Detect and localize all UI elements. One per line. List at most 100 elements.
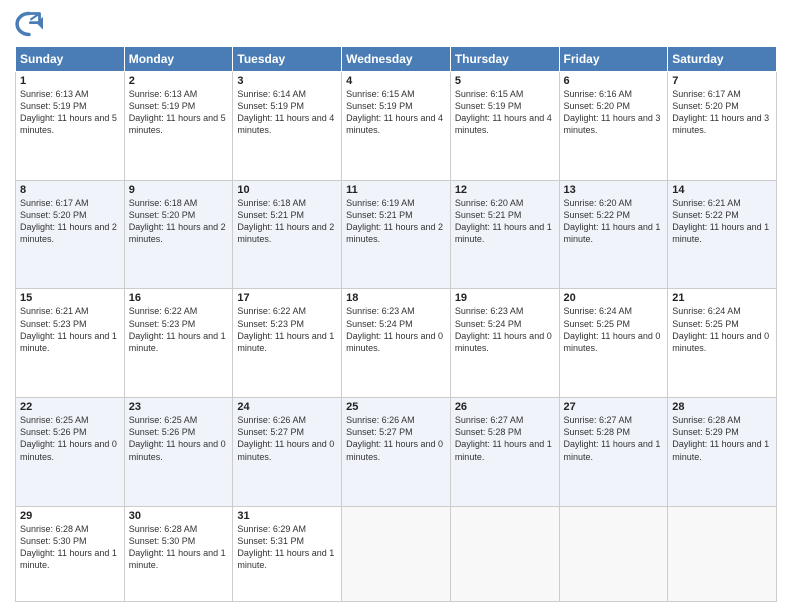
day-info: Sunrise: 6:15 AM Sunset: 5:19 PM Dayligh… <box>346 88 446 137</box>
calendar-cell: 7 Sunrise: 6:17 AM Sunset: 5:20 PM Dayli… <box>668 72 777 181</box>
day-info: Sunrise: 6:13 AM Sunset: 5:19 PM Dayligh… <box>129 88 229 137</box>
day-number: 24 <box>237 401 337 413</box>
day-info: Sunrise: 6:17 AM Sunset: 5:20 PM Dayligh… <box>20 197 120 246</box>
day-info: Sunrise: 6:15 AM Sunset: 5:19 PM Dayligh… <box>455 88 555 137</box>
calendar-header-friday: Friday <box>559 47 668 72</box>
day-number: 29 <box>20 510 120 522</box>
day-number: 13 <box>564 184 664 196</box>
calendar-cell: 17 Sunrise: 6:22 AM Sunset: 5:23 PM Dayl… <box>233 289 342 398</box>
calendar-cell: 29 Sunrise: 6:28 AM Sunset: 5:30 PM Dayl… <box>16 506 125 601</box>
calendar-week-2: 8 Sunrise: 6:17 AM Sunset: 5:20 PM Dayli… <box>16 180 777 289</box>
calendar-header-sunday: Sunday <box>16 47 125 72</box>
calendar-cell: 21 Sunrise: 6:24 AM Sunset: 5:25 PM Dayl… <box>668 289 777 398</box>
calendar-cell: 4 Sunrise: 6:15 AM Sunset: 5:19 PM Dayli… <box>342 72 451 181</box>
day-info: Sunrise: 6:26 AM Sunset: 5:27 PM Dayligh… <box>346 414 446 463</box>
header <box>15 10 777 38</box>
day-number: 2 <box>129 75 229 87</box>
day-info: Sunrise: 6:21 AM Sunset: 5:22 PM Dayligh… <box>672 197 772 246</box>
day-info: Sunrise: 6:13 AM Sunset: 5:19 PM Dayligh… <box>20 88 120 137</box>
day-number: 1 <box>20 75 120 87</box>
day-info: Sunrise: 6:21 AM Sunset: 5:23 PM Dayligh… <box>20 305 120 354</box>
day-info: Sunrise: 6:14 AM Sunset: 5:19 PM Dayligh… <box>237 88 337 137</box>
page: SundayMondayTuesdayWednesdayThursdayFrid… <box>0 0 792 612</box>
calendar-table: SundayMondayTuesdayWednesdayThursdayFrid… <box>15 46 777 602</box>
day-number: 28 <box>672 401 772 413</box>
day-info: Sunrise: 6:28 AM Sunset: 5:29 PM Dayligh… <box>672 414 772 463</box>
day-info: Sunrise: 6:20 AM Sunset: 5:21 PM Dayligh… <box>455 197 555 246</box>
calendar-header-monday: Monday <box>124 47 233 72</box>
calendar-cell: 10 Sunrise: 6:18 AM Sunset: 5:21 PM Dayl… <box>233 180 342 289</box>
calendar-week-4: 22 Sunrise: 6:25 AM Sunset: 5:26 PM Dayl… <box>16 398 777 507</box>
day-number: 20 <box>564 292 664 304</box>
calendar-cell: 11 Sunrise: 6:19 AM Sunset: 5:21 PM Dayl… <box>342 180 451 289</box>
calendar-cell: 18 Sunrise: 6:23 AM Sunset: 5:24 PM Dayl… <box>342 289 451 398</box>
day-number: 14 <box>672 184 772 196</box>
day-info: Sunrise: 6:27 AM Sunset: 5:28 PM Dayligh… <box>455 414 555 463</box>
calendar-cell: 1 Sunrise: 6:13 AM Sunset: 5:19 PM Dayli… <box>16 72 125 181</box>
day-info: Sunrise: 6:22 AM Sunset: 5:23 PM Dayligh… <box>237 305 337 354</box>
day-number: 10 <box>237 184 337 196</box>
calendar-header-saturday: Saturday <box>668 47 777 72</box>
day-number: 19 <box>455 292 555 304</box>
day-info: Sunrise: 6:25 AM Sunset: 5:26 PM Dayligh… <box>129 414 229 463</box>
day-info: Sunrise: 6:17 AM Sunset: 5:20 PM Dayligh… <box>672 88 772 137</box>
calendar-cell: 31 Sunrise: 6:29 AM Sunset: 5:31 PM Dayl… <box>233 506 342 601</box>
day-number: 27 <box>564 401 664 413</box>
day-info: Sunrise: 6:23 AM Sunset: 5:24 PM Dayligh… <box>455 305 555 354</box>
day-number: 21 <box>672 292 772 304</box>
day-info: Sunrise: 6:26 AM Sunset: 5:27 PM Dayligh… <box>237 414 337 463</box>
calendar-cell: 2 Sunrise: 6:13 AM Sunset: 5:19 PM Dayli… <box>124 72 233 181</box>
calendar-cell: 20 Sunrise: 6:24 AM Sunset: 5:25 PM Dayl… <box>559 289 668 398</box>
day-number: 3 <box>237 75 337 87</box>
calendar-cell: 30 Sunrise: 6:28 AM Sunset: 5:30 PM Dayl… <box>124 506 233 601</box>
day-number: 23 <box>129 401 229 413</box>
calendar-cell <box>668 506 777 601</box>
calendar-cell: 16 Sunrise: 6:22 AM Sunset: 5:23 PM Dayl… <box>124 289 233 398</box>
calendar-cell: 26 Sunrise: 6:27 AM Sunset: 5:28 PM Dayl… <box>450 398 559 507</box>
calendar-cell: 24 Sunrise: 6:26 AM Sunset: 5:27 PM Dayl… <box>233 398 342 507</box>
calendar-cell <box>559 506 668 601</box>
calendar-body: 1 Sunrise: 6:13 AM Sunset: 5:19 PM Dayli… <box>16 72 777 602</box>
calendar-cell: 28 Sunrise: 6:28 AM Sunset: 5:29 PM Dayl… <box>668 398 777 507</box>
calendar-cell: 23 Sunrise: 6:25 AM Sunset: 5:26 PM Dayl… <box>124 398 233 507</box>
calendar-cell: 9 Sunrise: 6:18 AM Sunset: 5:20 PM Dayli… <box>124 180 233 289</box>
calendar-cell <box>342 506 451 601</box>
day-info: Sunrise: 6:22 AM Sunset: 5:23 PM Dayligh… <box>129 305 229 354</box>
calendar-week-1: 1 Sunrise: 6:13 AM Sunset: 5:19 PM Dayli… <box>16 72 777 181</box>
day-info: Sunrise: 6:18 AM Sunset: 5:20 PM Dayligh… <box>129 197 229 246</box>
calendar-header-row: SundayMondayTuesdayWednesdayThursdayFrid… <box>16 47 777 72</box>
calendar-cell: 6 Sunrise: 6:16 AM Sunset: 5:20 PM Dayli… <box>559 72 668 181</box>
day-number: 11 <box>346 184 446 196</box>
day-number: 9 <box>129 184 229 196</box>
calendar-cell: 13 Sunrise: 6:20 AM Sunset: 5:22 PM Dayl… <box>559 180 668 289</box>
calendar-cell <box>450 506 559 601</box>
calendar-header-thursday: Thursday <box>450 47 559 72</box>
calendar-cell: 22 Sunrise: 6:25 AM Sunset: 5:26 PM Dayl… <box>16 398 125 507</box>
day-number: 31 <box>237 510 337 522</box>
calendar-cell: 5 Sunrise: 6:15 AM Sunset: 5:19 PM Dayli… <box>450 72 559 181</box>
day-info: Sunrise: 6:20 AM Sunset: 5:22 PM Dayligh… <box>564 197 664 246</box>
day-number: 5 <box>455 75 555 87</box>
logo-icon <box>15 10 43 38</box>
day-number: 12 <box>455 184 555 196</box>
day-number: 26 <box>455 401 555 413</box>
calendar-cell: 12 Sunrise: 6:20 AM Sunset: 5:21 PM Dayl… <box>450 180 559 289</box>
day-number: 25 <box>346 401 446 413</box>
calendar-cell: 8 Sunrise: 6:17 AM Sunset: 5:20 PM Dayli… <box>16 180 125 289</box>
calendar-week-3: 15 Sunrise: 6:21 AM Sunset: 5:23 PM Dayl… <box>16 289 777 398</box>
day-number: 17 <box>237 292 337 304</box>
day-number: 8 <box>20 184 120 196</box>
day-number: 18 <box>346 292 446 304</box>
calendar-header-tuesday: Tuesday <box>233 47 342 72</box>
logo <box>15 10 47 38</box>
calendar-cell: 19 Sunrise: 6:23 AM Sunset: 5:24 PM Dayl… <box>450 289 559 398</box>
day-info: Sunrise: 6:29 AM Sunset: 5:31 PM Dayligh… <box>237 523 337 572</box>
day-info: Sunrise: 6:28 AM Sunset: 5:30 PM Dayligh… <box>20 523 120 572</box>
day-number: 22 <box>20 401 120 413</box>
day-number: 4 <box>346 75 446 87</box>
day-number: 6 <box>564 75 664 87</box>
day-info: Sunrise: 6:25 AM Sunset: 5:26 PM Dayligh… <box>20 414 120 463</box>
day-info: Sunrise: 6:23 AM Sunset: 5:24 PM Dayligh… <box>346 305 446 354</box>
calendar-cell: 3 Sunrise: 6:14 AM Sunset: 5:19 PM Dayli… <box>233 72 342 181</box>
day-number: 16 <box>129 292 229 304</box>
